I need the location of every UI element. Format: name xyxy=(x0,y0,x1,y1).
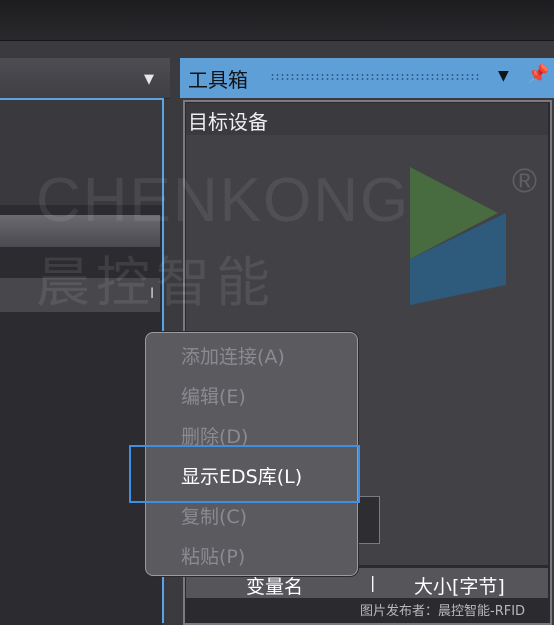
title-bar-strip xyxy=(0,0,554,41)
column-header-size[interactable]: 大小[字节] xyxy=(414,572,505,599)
publisher-caption: 图片发布者：晨控智能-RFID xyxy=(360,604,526,619)
menu-item-edit[interactable]: 编辑(E) xyxy=(181,382,246,409)
menu-item-paste[interactable]: 粘贴(P) xyxy=(181,542,245,569)
column-separator[interactable]: | xyxy=(370,573,375,592)
toolbox-title: 工具箱 xyxy=(188,68,248,92)
pin-icon[interactable]: 📌 xyxy=(527,64,549,85)
column-header-variable[interactable]: 变量名 xyxy=(246,572,303,599)
triangle-down-icon[interactable]: ▼ xyxy=(144,72,154,87)
menu-item-copy[interactable]: 复制(C) xyxy=(181,502,247,529)
triangle-down-icon[interactable]: ▼ xyxy=(498,68,509,84)
hidden-button[interactable] xyxy=(358,496,380,544)
watermark-text-cn: 晨控智能 xyxy=(36,251,276,314)
menu-highlight-frame xyxy=(129,445,360,503)
chenkong-logo-icon xyxy=(410,167,506,305)
watermark-text: CHENKONG xyxy=(36,166,411,235)
drag-grip[interactable] xyxy=(270,73,480,81)
target-device-label: 目标设备 xyxy=(188,110,268,134)
menu-item-add-connection[interactable]: 添加连接(A) xyxy=(181,342,285,369)
